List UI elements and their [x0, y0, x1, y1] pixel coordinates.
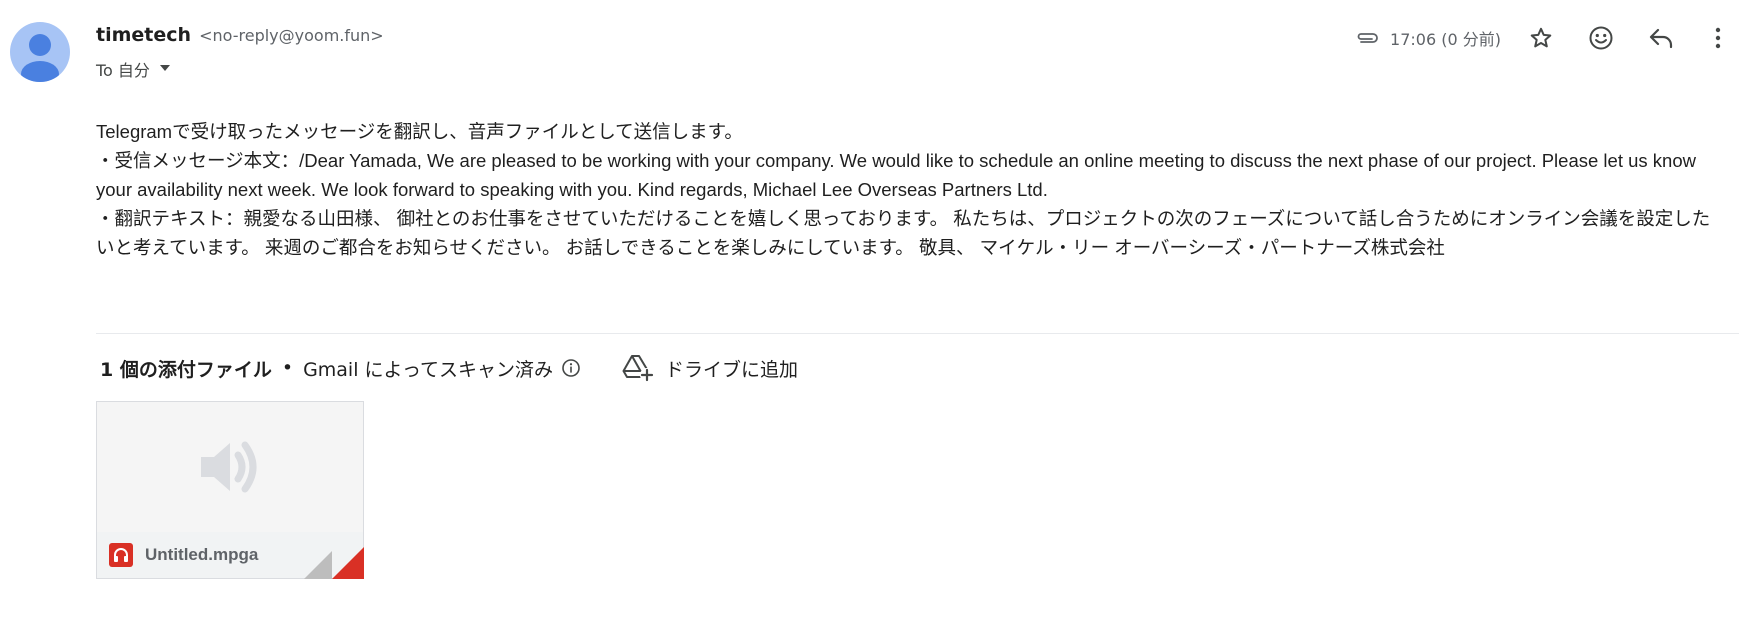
add-reaction-button[interactable]	[1583, 20, 1619, 56]
sender-email: <no-reply@yoom.fun>	[199, 26, 384, 45]
star-icon	[1530, 27, 1552, 48]
attachment-filename: Untitled.mpga	[145, 545, 259, 564]
speaker-icon	[201, 441, 257, 493]
attachments-divider	[96, 333, 1739, 334]
recipient-line: To 自分	[96, 57, 172, 81]
body-line: ・受信メッセージ本文：/Dear Yamada, We are pleased …	[96, 150, 1696, 200]
body-line: Telegramで受け取ったメッセージを翻訳し、音声ファイルとして送信します。	[96, 121, 743, 142]
attachment-card[interactable]: Untitled.mpga	[96, 401, 364, 579]
sender-avatar[interactable]	[10, 22, 70, 82]
reply-button[interactable]	[1643, 20, 1679, 56]
more-vert-icon	[1715, 27, 1721, 49]
message-meta: 17:06 (0 分前)	[1354, 22, 1739, 54]
audio-file-icon	[109, 543, 133, 567]
star-button[interactable]	[1523, 20, 1559, 56]
emoji-icon	[1589, 26, 1613, 50]
add-to-drive-button[interactable]: ドライブに追加	[621, 353, 798, 383]
attachments-header: 1 個の添付ファイル • Gmail によってスキャン済み ドライブに追加	[100, 353, 798, 383]
recipient-label: To 自分	[96, 61, 150, 80]
more-options-button[interactable]	[1703, 20, 1733, 56]
attachment-icon	[1354, 28, 1380, 48]
sender-name[interactable]: timetech	[96, 24, 191, 46]
scan-status: Gmail によってスキャン済み	[303, 358, 554, 381]
attachment-preview	[97, 402, 363, 533]
person-icon	[21, 34, 59, 82]
message-time[interactable]: 17:06 (0 分前)	[1390, 26, 1501, 50]
attachments-count: 1 個の添付ファイル	[100, 358, 272, 381]
body-line: ・翻訳テキスト：親愛なる山田様、 御社とのお仕事をさせていただけることを嬉しく思…	[96, 208, 1711, 258]
add-to-drive-label: ドライブに追加	[665, 358, 799, 381]
sender-line: timetech <no-reply@yoom.fun>	[96, 24, 384, 46]
info-icon[interactable]	[561, 358, 581, 378]
message-body: Telegramで受け取ったメッセージを翻訳し、音声ファイルとして送信します。 …	[96, 117, 1728, 262]
recipient-details-dropdown[interactable]	[158, 60, 172, 79]
caret-down-icon	[159, 64, 170, 71]
file-corner-fold	[304, 547, 364, 579]
reply-icon	[1649, 28, 1673, 49]
separator-dot: •	[281, 357, 294, 379]
drive-add-icon	[622, 355, 655, 382]
